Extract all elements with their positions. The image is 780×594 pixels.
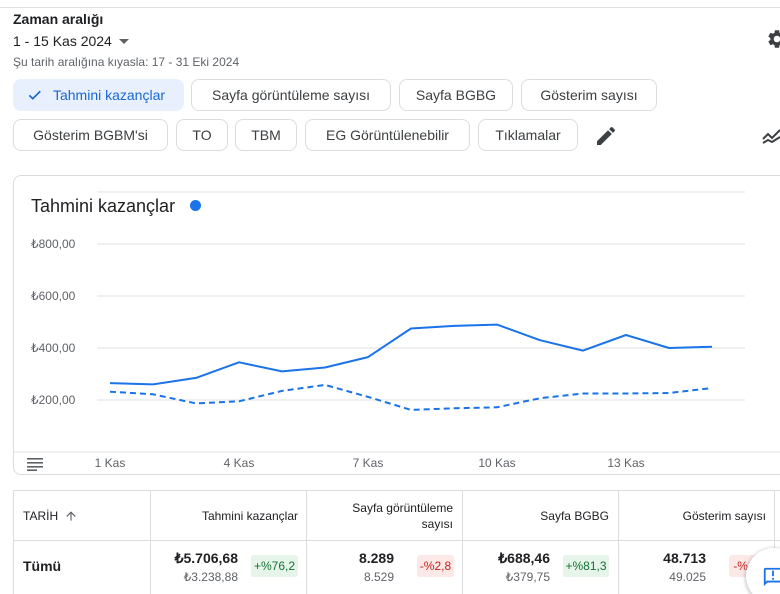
chip-page-rpm[interactable]: Sayfa BGBG xyxy=(399,79,513,111)
chip-pageviews[interactable]: Sayfa görüntüleme sayısı xyxy=(191,79,391,111)
date-range-label: Zaman aralığı xyxy=(13,11,104,27)
column-header-impressions[interactable]: Gösterim sayısı xyxy=(619,491,766,541)
x-tick-label: 7 Kas xyxy=(353,456,384,470)
top-divider xyxy=(0,7,780,8)
impressions-previous: 49.025 xyxy=(669,570,706,584)
page-rpm-value: ₺688,46 xyxy=(498,550,550,566)
chip-impression-rpm[interactable]: Gösterim BGBM'si xyxy=(13,119,168,151)
earnings-change-badge: +%76,2 xyxy=(251,555,298,577)
page-rpm-previous: ₺379,75 xyxy=(505,570,550,584)
x-tick-label: 1 Kas xyxy=(95,456,126,470)
chip-label: TO xyxy=(192,127,212,143)
chip-clicks[interactable]: Tıklamalar xyxy=(478,119,578,151)
column-divider xyxy=(618,491,619,594)
chip-impressions[interactable]: Gösterim sayısı xyxy=(521,79,657,111)
chip-label: Sayfa görüntüleme sayısı xyxy=(212,87,370,103)
y-tick-label: ₺200,00 xyxy=(31,393,76,407)
chart-card: Tahmini kazançlar ₺800,00 ₺600,00 ₺400,00 ₺… xyxy=(13,175,780,475)
y-tick-label: ₺800,00 xyxy=(31,237,76,251)
menu-lines-icon[interactable] xyxy=(27,457,43,471)
total-row-label: Tümü xyxy=(23,558,62,574)
chip-label: Sayfa BGBG xyxy=(415,87,497,103)
table-header-row: TARİH Tahmini kazançlar Sayfa görüntülem… xyxy=(14,491,780,541)
gear-icon[interactable] xyxy=(766,28,780,50)
column-header-date[interactable]: TARİH xyxy=(23,491,143,541)
chip-cpc[interactable]: TBM xyxy=(235,119,297,151)
previous-period-line[interactable] xyxy=(109,383,713,411)
pageviews-previous: 8.529 xyxy=(363,570,394,584)
chip-label: Tıklamalar xyxy=(495,127,561,143)
line-chart: ₺800,00 ₺600,00 ₺400,00 ₺200,00 1 Kas 4 Kas 7 … xyxy=(14,191,780,470)
chip-active-view-viewable[interactable]: EG Görüntülenebilir xyxy=(305,119,470,151)
chip-ctr[interactable]: TO xyxy=(176,119,228,151)
data-table: TARİH Tahmini kazançlar Sayfa görüntülem… xyxy=(13,490,780,594)
chip-label: Gösterim sayısı xyxy=(540,87,638,103)
earnings-value: ₺5.706,68 xyxy=(174,550,238,566)
chip-estimated-earnings[interactable]: Tahmini kazançlar xyxy=(13,79,184,111)
pageviews-change-badge: -%2,8 xyxy=(417,555,454,577)
pageviews-value: 8.289 xyxy=(358,550,394,566)
chip-label: TBM xyxy=(251,127,281,143)
chip-label: Gösterim BGBM'si xyxy=(33,127,148,143)
arrow-up-icon xyxy=(66,511,76,521)
x-tick-label: 10 Kas xyxy=(478,456,515,470)
impressions-value: 48.713 xyxy=(663,550,706,566)
y-tick-label: ₺600,00 xyxy=(31,289,76,303)
date-range-value: 1 - 15 Kas 2024 xyxy=(13,33,112,49)
comparison-range-text: Şu tarih aralığına kıyasla: 17 - 31 Eki … xyxy=(13,55,240,69)
x-tick-label: 13 Kas xyxy=(607,456,644,470)
column-header-earnings[interactable]: Tahmini kazançlar xyxy=(151,491,298,541)
column-header-page-rpm[interactable]: Sayfa BGBG xyxy=(463,491,609,541)
chip-label: Tahmini kazançlar xyxy=(52,87,166,103)
x-tick-label: 4 Kas xyxy=(224,456,255,470)
column-header-pageviews[interactable]: Sayfa görüntüleme sayısı xyxy=(307,491,453,541)
y-tick-label: ₺400,00 xyxy=(31,341,76,355)
earnings-previous: ₺3.238,88 xyxy=(183,570,238,584)
current-period-line[interactable] xyxy=(109,323,713,386)
date-range-dropdown[interactable]: 1 - 15 Kas 2024 xyxy=(13,33,129,49)
chevron-down-icon xyxy=(118,38,129,44)
pencil-icon[interactable] xyxy=(594,124,618,148)
page-rpm-change-badge: +%81,3 xyxy=(563,555,609,577)
feedback-icon xyxy=(763,567,780,587)
trend-icon[interactable] xyxy=(761,124,780,148)
check-icon xyxy=(26,86,44,104)
column-divider xyxy=(462,491,463,594)
column-divider xyxy=(306,491,307,594)
chip-label: EG Görüntülenebilir xyxy=(326,127,449,143)
column-divider xyxy=(150,491,151,594)
